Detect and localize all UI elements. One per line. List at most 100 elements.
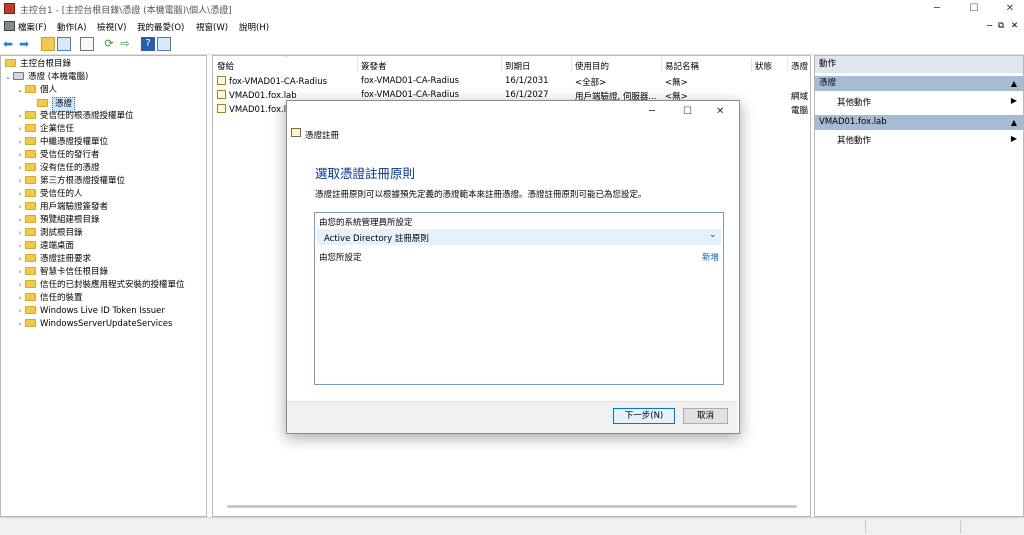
tree-item[interactable]: › 企業信任	[15, 123, 74, 136]
chevron-right-icon[interactable]: ›	[15, 266, 25, 279]
chevron-right-icon[interactable]: ›	[15, 318, 25, 331]
chevron-right-icon[interactable]: ›	[15, 253, 25, 266]
tree-item[interactable]: › 測試根目錄	[15, 227, 83, 240]
menu-window[interactable]: 視窗(W)	[196, 21, 228, 33]
chevron-right-icon[interactable]: ›	[15, 214, 25, 227]
admin-group-header: 由您的系統管理員所設定	[319, 218, 413, 228]
table-cell: <無>	[665, 76, 751, 88]
column-header[interactable]: 發給	[217, 60, 234, 72]
chevron-right-icon[interactable]: ›	[15, 227, 25, 240]
column-header[interactable]: 憑證	[791, 60, 808, 72]
chevron-right-icon[interactable]: ›	[15, 201, 25, 214]
actions-header: 動作	[815, 56, 1023, 73]
chevron-down-icon[interactable]: ⌄	[15, 84, 25, 97]
show-action-pane-icon[interactable]	[157, 37, 171, 51]
show-tree-icon[interactable]	[57, 37, 71, 51]
chevron-right-icon[interactable]: ›	[15, 305, 25, 318]
more-actions-item[interactable]: 其他動作	[837, 134, 871, 146]
up-folder-icon[interactable]	[41, 37, 55, 51]
inner-restore-button[interactable]: ⧉	[998, 21, 1004, 31]
column-header[interactable]: 狀態	[755, 60, 772, 72]
tree-personal[interactable]: ⌄ 個人	[15, 84, 57, 97]
tree-item[interactable]: › Windows Live ID Token Issuer	[15, 305, 165, 318]
inner-close-button[interactable]: ✕	[1011, 21, 1018, 31]
tree-item[interactable]: › 中繼憑證授權單位	[15, 136, 108, 149]
chevron-right-icon[interactable]: ›	[15, 136, 25, 149]
forward-icon[interactable]: ➡	[19, 37, 33, 51]
cancel-button[interactable]: 取消	[683, 408, 728, 424]
chevron-right-icon[interactable]: ›	[15, 279, 25, 292]
dialog-maximize-button[interactable]: ☐	[683, 106, 692, 117]
tree-item[interactable]: › 智慧卡信任根目錄	[15, 266, 108, 279]
add-policy-link[interactable]: 新增	[702, 251, 719, 263]
tree-item[interactable]: › 信任的已封裝應用程式安裝的授權單位	[15, 279, 185, 292]
chevron-right-icon[interactable]: ›	[15, 240, 25, 253]
tree-item[interactable]: › 沒有信任的憑證	[15, 162, 100, 175]
tree-item[interactable]: › 憑證註冊要求	[15, 253, 91, 266]
chevron-right-icon[interactable]: ›	[15, 149, 25, 162]
minimize-button[interactable]: ─	[930, 2, 944, 16]
menu-file[interactable]: 檔案(F)	[18, 21, 47, 33]
chevron-right-icon[interactable]: ›	[15, 123, 25, 136]
chevron-right-icon[interactable]: ›	[15, 110, 25, 123]
column-header[interactable]: 到期日	[505, 60, 531, 72]
chevron-right-icon[interactable]: ›	[15, 175, 25, 188]
collapse-arrow-icon[interactable]: ▲	[1011, 76, 1017, 91]
help-icon[interactable]: ?	[141, 37, 155, 51]
column-header[interactable]: 使用目的	[575, 60, 609, 72]
tree-certificates[interactable]: 憑證	[37, 97, 76, 112]
tree-item[interactable]: › 遠端桌面	[15, 240, 74, 253]
tree-item-label: 遠端桌面	[40, 241, 75, 251]
column-separator[interactable]	[571, 58, 572, 72]
policy-name: Active Directory 註冊原則	[324, 234, 429, 244]
menu-favorites[interactable]: 我的最愛(O)	[137, 21, 184, 33]
tree-item[interactable]: › 預覽組建根目錄	[15, 214, 100, 227]
column-separator[interactable]	[501, 58, 502, 72]
column-separator[interactable]	[661, 58, 662, 72]
folder-icon	[25, 189, 36, 197]
column-separator[interactable]	[751, 58, 752, 72]
actions-section-selected[interactable]: VMAD01.fox.lab ▲	[815, 115, 1023, 130]
chevron-right-icon[interactable]: ›	[15, 188, 25, 201]
chevron-right-icon[interactable]: ›	[15, 162, 25, 175]
tree-cert-store[interactable]: ⌄ 憑證 (本機電腦)	[3, 71, 88, 84]
column-separator[interactable]	[787, 58, 788, 72]
folder-icon	[25, 163, 36, 171]
actions-section-certificates[interactable]: 憑證 ▲	[815, 76, 1023, 91]
chevron-right-icon[interactable]: ›	[15, 292, 25, 305]
tree-item[interactable]: › 受信任的根憑證授權單位	[15, 110, 134, 123]
menu-help[interactable]: 說明(H)	[239, 21, 269, 33]
collapse-arrow-icon[interactable]: ▲	[1011, 115, 1017, 130]
column-separator[interactable]	[357, 58, 358, 72]
horizontal-scrollbar[interactable]	[227, 505, 797, 508]
refresh-icon[interactable]: ⟳	[102, 37, 116, 51]
folder-icon	[25, 150, 36, 158]
inner-minimize-button[interactable]: −	[986, 21, 993, 31]
column-header[interactable]: 簽發者	[361, 60, 387, 72]
chevron-down-icon[interactable]: ⌄	[3, 71, 13, 84]
tree-item[interactable]: › 受信任的發行者	[15, 149, 100, 162]
more-actions-item[interactable]: 其他動作	[837, 96, 871, 108]
folder-icon	[25, 111, 36, 119]
policy-row-active-directory[interactable]: Active Directory 註冊原則 ⌄	[317, 229, 721, 245]
tree-item[interactable]: › 用戶端驗證簽發者	[15, 201, 108, 214]
dialog-minimize-button[interactable]: ─	[649, 106, 655, 117]
export-icon[interactable]: ⇨	[118, 37, 132, 51]
next-button[interactable]: 下一步(N)	[613, 408, 675, 424]
back-icon[interactable]: ⬅	[3, 37, 17, 51]
table-cell: fox-VMAD01-CA-Radius	[361, 76, 501, 86]
maximize-button[interactable]: ☐	[967, 2, 981, 16]
menu-action[interactable]: 動作(A)	[57, 21, 86, 33]
close-button[interactable]: ✕	[1003, 2, 1017, 16]
dialog-close-button[interactable]: ✕	[716, 106, 724, 117]
tree-item[interactable]: › 第三方根憑證授權單位	[15, 175, 125, 188]
clipboard-icon[interactable]	[80, 37, 94, 51]
expand-chevron-icon[interactable]: ⌄	[709, 230, 717, 240]
tree-item[interactable]: › 受信任的人	[15, 188, 83, 201]
menu-view[interactable]: 檢視(V)	[97, 21, 126, 33]
tree-root[interactable]: 主控台根目錄	[5, 58, 71, 71]
column-header[interactable]: 易記名稱	[665, 60, 699, 72]
tree-item[interactable]: › WindowsServerUpdateServices	[15, 318, 172, 331]
tree-item[interactable]: › 信任的裝置	[15, 292, 83, 305]
folder-icon	[25, 215, 36, 223]
